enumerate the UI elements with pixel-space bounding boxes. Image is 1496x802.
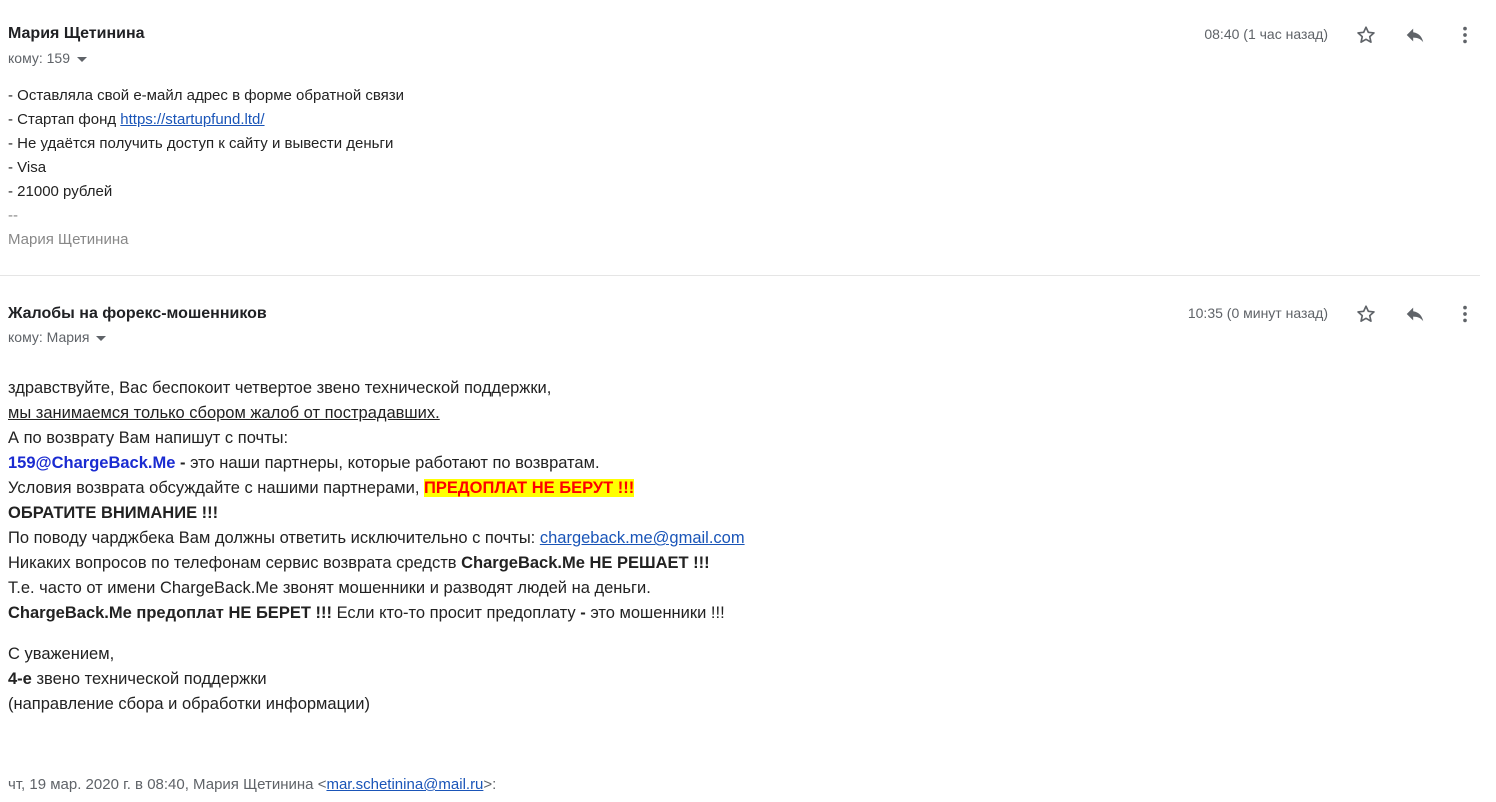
star-button[interactable]: [1352, 21, 1380, 49]
reply-button[interactable]: [1401, 21, 1429, 49]
signature-separator: --: [8, 207, 18, 224]
caret-down-icon: [77, 56, 87, 62]
body-line: - 21000 рублей: [8, 183, 113, 200]
body-line: мы занимаемся только сбором жалоб от пос…: [8, 404, 440, 422]
body-line: - Стартап фонд https://startupfund.ltd/: [8, 108, 404, 132]
more-options-button[interactable]: [1451, 21, 1479, 49]
body-line: - Оставляла свой е-майл адрес в форме об…: [8, 87, 405, 104]
body-text: - Стартап фонд: [8, 111, 121, 128]
bold-text: 4-е: [8, 670, 32, 688]
partner-email: 159@ChargeBack.Me: [8, 454, 176, 472]
body-line: Условия возврата обсуждайте с нашими пар…: [8, 476, 745, 501]
body-line: А по возврату Вам напишут с почты:: [8, 429, 289, 447]
body-line: - Не удаётся получить доступ к сайту и в…: [8, 135, 394, 152]
signature-line: С уважением,: [8, 645, 115, 663]
message-body: здравствуйте, Вас беспокоит четвертое зв…: [8, 376, 745, 717]
more-options-button[interactable]: [1451, 300, 1479, 328]
body-line: - Visa: [8, 159, 47, 176]
recipients-toggle[interactable]: кому: Мария: [8, 329, 107, 345]
body-text: это мошенники !!!: [585, 604, 725, 622]
body-line: Т.е. часто от имени ChargeBack.Me звонят…: [8, 579, 651, 597]
star-icon: [1357, 26, 1375, 43]
body-line: 159@ChargeBack.Me - это наши партнеры, к…: [8, 451, 745, 476]
warning-highlight: ПРЕДОПЛАТ НЕ БЕРУТ !!!: [424, 479, 635, 497]
email-message-1: Мария Щетинина кому: 159 08:40 (1 час на…: [0, 0, 1480, 276]
body-line: здравствуйте, Вас беспокоит четвертое зв…: [8, 379, 552, 397]
message-time: 08:40 (1 час назад): [1204, 26, 1328, 42]
quoted-header: чт, 19 мар. 2020 г. в 08:40, Мария Щетин…: [8, 776, 496, 793]
star-icon: [1357, 305, 1375, 322]
recipients-label: кому: Мария: [8, 329, 90, 345]
caret-down-icon: [96, 335, 107, 341]
recipients-label: кому: 159: [8, 50, 70, 66]
message-body: - Оставляла свой е-майл адрес в форме об…: [8, 84, 404, 252]
signature-line: 4-е звено технической поддержки: [8, 667, 745, 692]
body-text: Условия возврата обсуждайте с нашими пар…: [8, 479, 425, 497]
dash: -: [175, 454, 191, 472]
star-button[interactable]: [1352, 300, 1380, 328]
signature-name: Мария Щетинина: [8, 231, 129, 248]
reply-icon: [1406, 28, 1424, 43]
sender-name[interactable]: Жалобы на форекс-мошенников: [8, 305, 267, 323]
body-text: Если кто-то просит предоплату: [331, 604, 581, 622]
chargeback-email-link[interactable]: chargeback.me@gmail.com: [540, 529, 745, 547]
body-text: звено технической поддержки: [31, 670, 267, 688]
body-line: По поводу чарджбека Вам должны ответить …: [8, 526, 745, 551]
attention-heading: ОБРАТИТЕ ВНИМАНИЕ !!!: [8, 504, 219, 522]
quote-suffix: >:: [483, 776, 497, 793]
body-line: Никаких вопросов по телефонам сервис воз…: [8, 551, 745, 576]
bold-text: ChargeBack.Me НЕ РЕШАЕТ !!!: [461, 554, 710, 572]
bold-text: ChargeBack.Me предоплат НЕ БЕРЕТ !!!: [8, 604, 332, 622]
quote-prefix: чт, 19 мар. 2020 г. в 08:40, Мария Щетин…: [8, 776, 327, 793]
recipients-toggle[interactable]: кому: 159: [8, 50, 87, 66]
body-text: По поводу чарджбека Вам должны ответить …: [8, 529, 540, 547]
body-text: Никаких вопросов по телефонам сервис воз…: [8, 554, 462, 572]
sender-name[interactable]: Мария Щетинина: [8, 25, 145, 43]
message-time: 10:35 (0 минут назад): [1187, 305, 1328, 321]
more-vert-icon: [1463, 305, 1467, 323]
reply-button[interactable]: [1401, 300, 1429, 328]
reply-icon: [1406, 307, 1424, 322]
body-text: это наши партнеры, которые работают по в…: [190, 454, 600, 472]
startupfund-link[interactable]: https://startupfund.ltd/: [120, 111, 264, 128]
body-line: ChargeBack.Me предоплат НЕ БЕРЕТ !!! Есл…: [8, 601, 745, 626]
signature-line: (направление сбора и обработки информаци…: [8, 695, 370, 713]
more-vert-icon: [1463, 26, 1467, 44]
quoted-email-link[interactable]: mar.schetinina@mail.ru: [326, 776, 483, 793]
